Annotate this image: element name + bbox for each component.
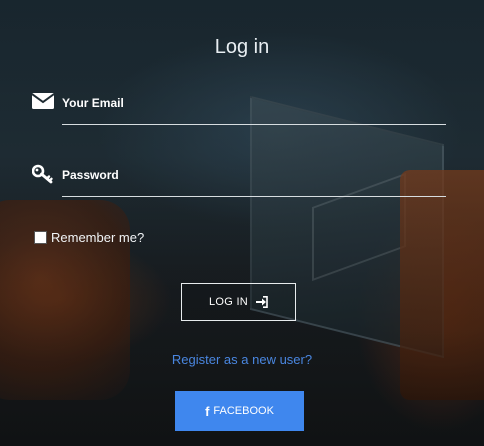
login-page: Log in Your Email Password Remember me? [0,0,484,446]
password-input[interactable] [62,164,446,197]
facebook-button-label: FACEBOOK [213,405,274,417]
email-input[interactable] [62,92,446,125]
remember-me-checkbox[interactable] [34,231,47,244]
remember-me-label: Remember me? [51,230,145,245]
key-icon [31,164,54,186]
login-button-label: LOG IN [208,296,249,308]
register-link[interactable]: Register as a new user? [0,352,484,367]
login-button[interactable]: LOG IN [181,283,296,321]
background-shade [0,0,484,446]
facebook-icon: f [205,403,210,419]
email-field: Your Email [31,92,446,128]
remember-me[interactable]: Remember me? [34,230,144,245]
facebook-login-button[interactable]: f FACEBOOK [175,391,304,431]
page-title: Log in [214,36,270,58]
sign-in-icon [256,296,268,308]
password-field: Password [31,164,446,200]
envelope-icon [31,92,55,114]
